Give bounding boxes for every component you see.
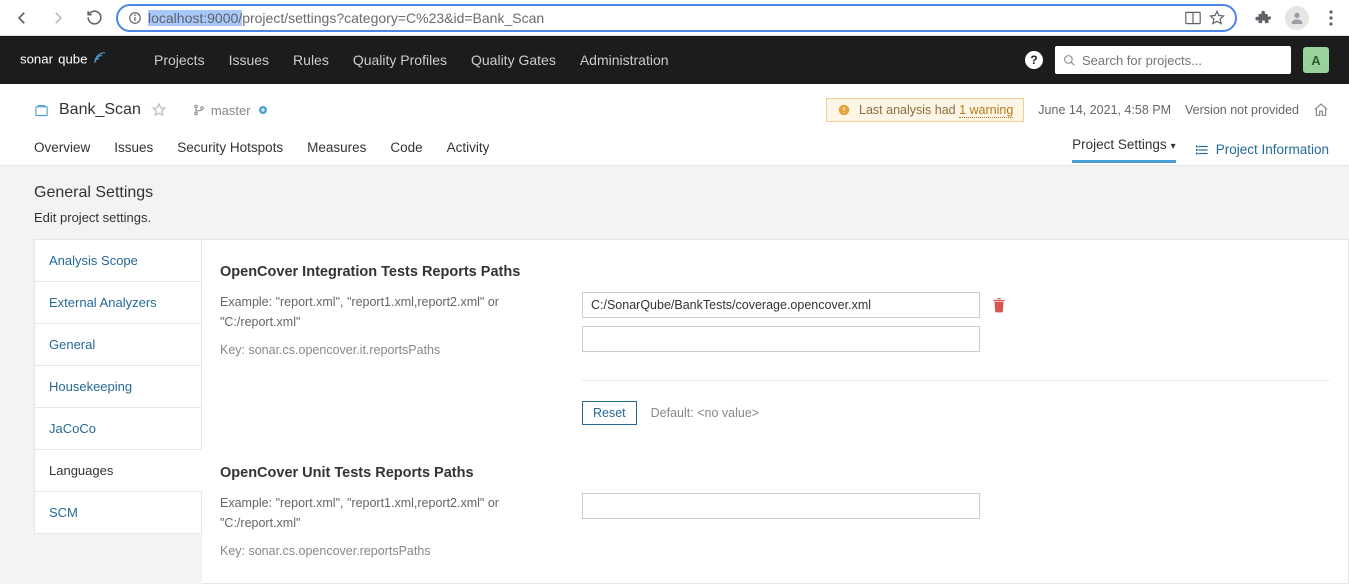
setting-title: OpenCover Integration Tests Reports Path… — [220, 264, 1330, 280]
browser-toolbar: localhost:9000/project/settings?category… — [0, 0, 1349, 36]
info-icon — [128, 11, 142, 25]
reader-icon[interactable] — [1185, 11, 1201, 25]
tab-activity[interactable]: Activity — [447, 134, 490, 165]
setting-value-input[interactable] — [582, 292, 980, 318]
tab-measures[interactable]: Measures — [307, 134, 366, 165]
tab-security-hotspots[interactable]: Security Hotspots — [177, 134, 283, 165]
page-title: General Settings — [34, 184, 1315, 202]
app-header: sonar qube Projects Issues Rules Quality … — [0, 36, 1349, 84]
page-subtitle: Edit project settings. — [34, 210, 1315, 225]
warning-link[interactable]: 1 warning — [959, 103, 1013, 118]
branch-name: master — [211, 103, 251, 118]
warning-text: Last analysis had — [859, 103, 959, 117]
back-button[interactable] — [8, 4, 36, 32]
search-input[interactable] — [1082, 53, 1283, 68]
url-rest: project/settings?category=C%23&id=Bank_S… — [242, 10, 544, 26]
home-icon[interactable] — [1313, 102, 1329, 118]
nav-projects[interactable]: Projects — [154, 52, 205, 68]
version-label: Version not provided — [1185, 103, 1299, 117]
default-label: Default: <no value> — [651, 406, 759, 420]
project-information-link[interactable]: Project Information — [1196, 142, 1329, 157]
star-icon[interactable] — [1209, 10, 1225, 26]
branch-selector[interactable]: master — [193, 103, 269, 118]
reload-button[interactable] — [80, 4, 108, 32]
nav-issues[interactable]: Issues — [229, 52, 269, 68]
setting-example: Example: "report.xml", "report1.xml,repo… — [220, 292, 532, 332]
tab-issues[interactable]: Issues — [114, 134, 153, 165]
sidebar-item-housekeeping[interactable]: Housekeeping — [34, 365, 202, 407]
sidebar-item-external-analyzers[interactable]: External Analyzers — [34, 281, 202, 323]
favorite-star-icon[interactable] — [151, 102, 167, 118]
setting-opencover-it: OpenCover Integration Tests Reports Path… — [220, 264, 1330, 425]
warning-icon — [837, 103, 851, 117]
nav-administration[interactable]: Administration — [580, 52, 669, 68]
project-name: Bank_Scan — [59, 101, 141, 119]
page-body: General Settings Edit project settings. … — [0, 166, 1349, 584]
setting-value-input[interactable] — [582, 493, 980, 519]
tab-overview[interactable]: Overview — [34, 134, 90, 165]
address-bar[interactable]: localhost:9000/project/settings?category… — [116, 4, 1237, 32]
setting-opencover-unit: OpenCover Unit Tests Reports Paths Examp… — [220, 465, 1330, 561]
search-box[interactable] — [1055, 46, 1291, 74]
setting-key: Key: sonar.cs.opencover.it.reportsPaths — [220, 340, 532, 360]
settings-main: OpenCover Integration Tests Reports Path… — [202, 239, 1349, 584]
main-nav: Projects Issues Rules Quality Profiles Q… — [154, 52, 669, 68]
svg-text:qube: qube — [58, 52, 87, 67]
nav-quality-profiles[interactable]: Quality Profiles — [353, 52, 447, 68]
analysis-date: June 14, 2021, 4:58 PM — [1038, 103, 1171, 117]
menu-icon[interactable] — [1321, 8, 1341, 28]
tab-project-settings[interactable]: Project Settings▾ — [1072, 137, 1176, 163]
add-branch-icon[interactable] — [257, 104, 269, 116]
user-avatar[interactable]: A — [1303, 47, 1329, 73]
reset-button[interactable]: Reset — [582, 401, 637, 425]
sidebar-item-analysis-scope[interactable]: Analysis Scope — [34, 239, 202, 281]
forward-button[interactable] — [44, 4, 72, 32]
setting-key: Key: sonar.cs.opencover.reportsPaths — [220, 541, 532, 561]
profile-avatar[interactable] — [1285, 6, 1309, 30]
logo[interactable]: sonar qube — [20, 49, 130, 71]
sidebar-item-languages[interactable]: Languages — [34, 449, 202, 491]
nav-rules[interactable]: Rules — [293, 52, 329, 68]
tab-code[interactable]: Code — [390, 134, 422, 165]
sidebar-item-jacoco[interactable]: JaCoCo — [34, 407, 202, 449]
help-icon[interactable]: ? — [1025, 51, 1043, 69]
svg-text:sonar: sonar — [20, 52, 54, 67]
delete-icon[interactable] — [992, 297, 1006, 313]
setting-title: OpenCover Unit Tests Reports Paths — [220, 465, 1330, 481]
search-icon — [1063, 54, 1076, 67]
sidebar-item-general[interactable]: General — [34, 323, 202, 365]
setting-value-input-extra[interactable] — [582, 326, 980, 352]
url-selected: localhost:9000/ — [148, 10, 242, 26]
branch-icon — [193, 103, 205, 117]
chevron-down-icon: ▾ — [1171, 141, 1176, 152]
sidebar-item-scm[interactable]: SCM — [34, 491, 202, 534]
list-icon — [1196, 144, 1210, 156]
settings-sidebar: Analysis Scope External Analyzers Genera… — [34, 239, 202, 584]
project-icon — [34, 103, 49, 118]
nav-quality-gates[interactable]: Quality Gates — [471, 52, 556, 68]
extensions-icon[interactable] — [1253, 8, 1273, 28]
analysis-warning: Last analysis had 1 warning — [826, 98, 1024, 122]
project-header: Bank_Scan master Last analysis had 1 war… — [0, 84, 1349, 166]
setting-example: Example: "report.xml", "report1.xml,repo… — [220, 493, 532, 533]
